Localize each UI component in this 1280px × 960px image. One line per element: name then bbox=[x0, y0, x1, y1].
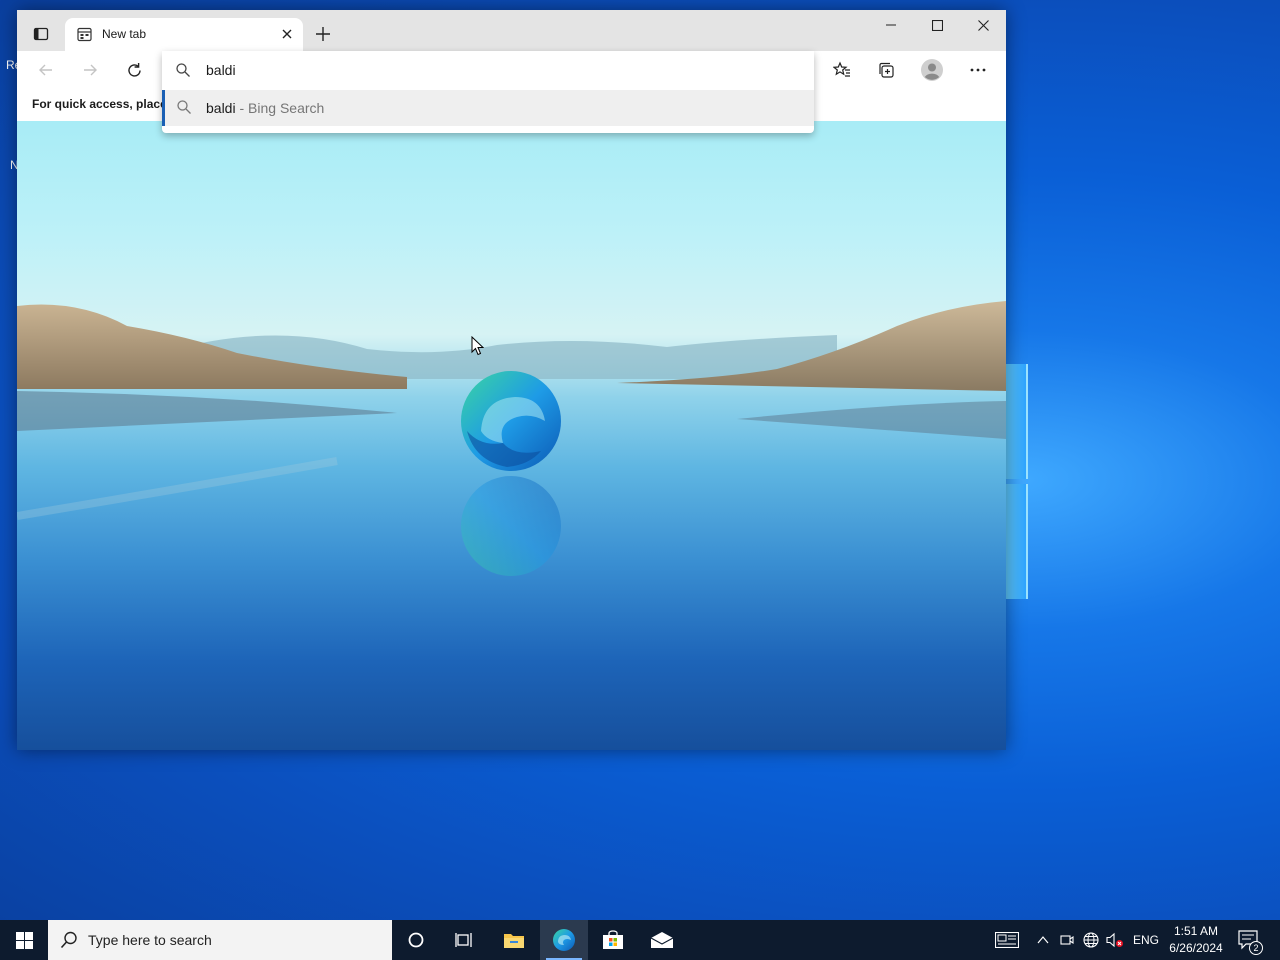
mail-envelope-icon bbox=[650, 932, 674, 948]
action-center-button[interactable]: 2 bbox=[1234, 920, 1264, 960]
volume-button[interactable] bbox=[1104, 920, 1126, 960]
favorites-bar-hint: For quick access, place y bbox=[32, 97, 162, 111]
search-icon bbox=[177, 100, 191, 119]
edge-browser-window: New tab For quick access, plac baldi bal… bbox=[17, 10, 1006, 750]
search-icon bbox=[176, 63, 190, 82]
taskbar-search-placeholder: Type here to search bbox=[88, 932, 212, 948]
settings-more-button[interactable] bbox=[963, 57, 993, 83]
notification-count-badge: 2 bbox=[1249, 941, 1263, 955]
address-bar-dropdown: baldi baldi - Bing Search bbox=[162, 51, 814, 133]
show-hidden-icons-button[interactable] bbox=[1033, 920, 1053, 960]
more-dots-icon bbox=[970, 68, 986, 72]
news-widget-button[interactable] bbox=[992, 920, 1022, 960]
back-button[interactable] bbox=[31, 57, 61, 83]
task-view-icon bbox=[455, 933, 472, 947]
avatar-icon bbox=[921, 59, 943, 81]
clock-time: 1:51 AM bbox=[1173, 924, 1219, 938]
chevron-up-icon bbox=[1037, 936, 1049, 944]
address-bar[interactable]: baldi bbox=[162, 51, 814, 89]
tab-new-tab[interactable]: New tab bbox=[65, 18, 303, 51]
cortana-circle-icon bbox=[408, 932, 424, 948]
taskbar-search-box[interactable]: Type here to search bbox=[48, 920, 392, 960]
back-arrow-icon bbox=[39, 64, 52, 76]
minimize-icon bbox=[886, 24, 896, 26]
store-bag-icon bbox=[603, 930, 623, 949]
suggestion-query: baldi bbox=[206, 100, 236, 116]
tab-strip: New tab bbox=[17, 10, 1006, 51]
cortana-button[interactable] bbox=[392, 920, 440, 960]
meet-now-button[interactable] bbox=[1057, 920, 1077, 960]
file-explorer-taskbar-button[interactable] bbox=[490, 920, 538, 960]
task-view-button[interactable] bbox=[440, 920, 488, 960]
collections-button[interactable] bbox=[871, 57, 901, 83]
address-bar-input[interactable]: baldi bbox=[206, 62, 236, 78]
suggestion-separator: - bbox=[239, 100, 245, 116]
new-tab-button[interactable] bbox=[309, 22, 337, 46]
new-tab-page-icon bbox=[77, 27, 92, 47]
volume-muted-icon bbox=[1106, 932, 1123, 948]
maximize-icon bbox=[931, 19, 943, 31]
start-button[interactable] bbox=[0, 920, 48, 960]
maximize-button[interactable] bbox=[914, 10, 960, 40]
mail-taskbar-button[interactable] bbox=[638, 920, 686, 960]
search-icon bbox=[60, 931, 78, 954]
favorites-button[interactable] bbox=[827, 57, 857, 83]
clock-date: 6/26/2024 bbox=[1169, 941, 1223, 955]
input-language-indicator[interactable]: ENG bbox=[1133, 933, 1159, 947]
forward-arrow-icon bbox=[84, 64, 97, 76]
suggestion-source: Bing Search bbox=[248, 100, 325, 116]
windows-start-icon bbox=[15, 931, 33, 949]
microsoft-store-taskbar-button[interactable] bbox=[589, 920, 637, 960]
taskbar-clock[interactable]: 1:51 AM 6/26/2024 bbox=[1160, 923, 1232, 957]
favorites-star-icon bbox=[833, 61, 850, 77]
edge-logo-icon bbox=[461, 371, 561, 471]
file-explorer-folder-icon bbox=[504, 934, 524, 948]
close-icon bbox=[977, 19, 989, 31]
profile-button[interactable] bbox=[917, 57, 947, 83]
network-button[interactable] bbox=[1080, 920, 1102, 960]
meet-camera-icon bbox=[1060, 935, 1074, 945]
windows-logo-wallpaper bbox=[1006, 360, 1028, 600]
tab-actions-button[interactable] bbox=[27, 22, 55, 46]
refresh-icon bbox=[127, 62, 141, 77]
new-tab-page-background bbox=[17, 121, 1006, 750]
plus-icon bbox=[316, 27, 330, 41]
minimize-button[interactable] bbox=[868, 10, 914, 40]
tab-actions-icon bbox=[33, 27, 49, 41]
globe-network-icon bbox=[1083, 932, 1099, 948]
refresh-button[interactable] bbox=[119, 57, 149, 83]
collections-icon bbox=[879, 62, 894, 78]
edge-taskbar-button[interactable] bbox=[540, 920, 588, 960]
windows-taskbar: Type here to search ENG 1:51 AM 6/26/202… bbox=[0, 920, 1280, 960]
forward-button[interactable] bbox=[75, 57, 105, 83]
edge-icon bbox=[553, 929, 575, 951]
close-tab-icon[interactable] bbox=[279, 26, 295, 42]
news-icon bbox=[995, 932, 1019, 948]
close-window-button[interactable] bbox=[960, 10, 1006, 40]
mouse-cursor-icon bbox=[471, 336, 484, 356]
search-suggestion-item[interactable]: baldi - Bing Search bbox=[162, 90, 814, 126]
tab-title: New tab bbox=[102, 27, 147, 41]
